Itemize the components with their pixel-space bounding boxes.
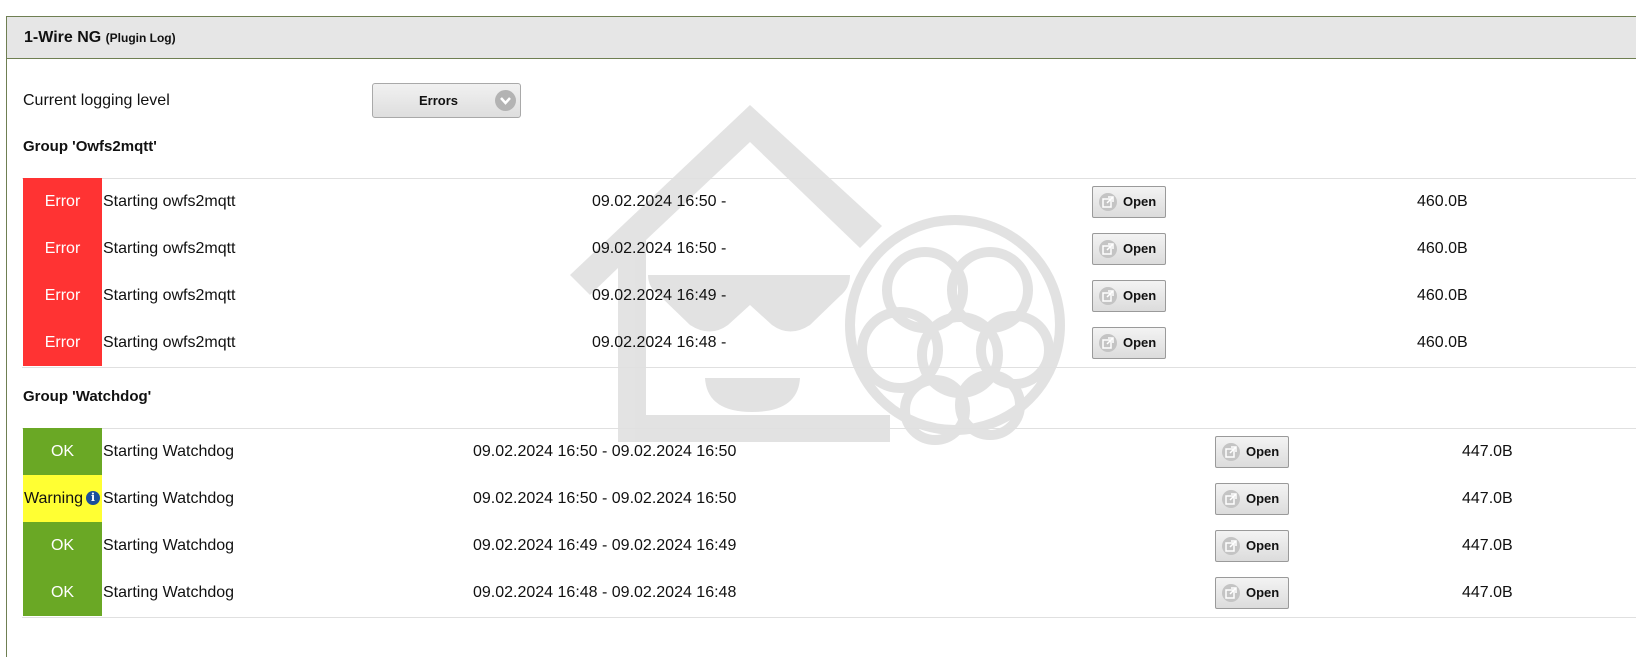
status-badge: Error [23,178,102,225]
external-open-icon [1222,490,1240,508]
external-open-icon [1099,287,1117,305]
log-message: Starting Watchdog [103,443,235,460]
external-open-icon [1099,240,1117,258]
logging-level-label: Current logging level [23,92,170,109]
group-title-owfs2mqtt: Group 'Owfs2mqtt' [23,138,157,155]
log-size: 447.0B [1462,443,1513,460]
log-message: Starting owfs2mqtt [103,334,236,351]
page-subtitle: (Plugin Log) [105,31,176,45]
logging-level-select[interactable]: Errors [372,83,521,118]
divider [22,617,1636,618]
page-title: 1-Wire NG [24,29,102,46]
log-time: 09.02.2024 16:50 - [592,193,727,210]
log-size: 460.0B [1417,287,1468,304]
open-log-button[interactable]: Open [1092,186,1166,218]
table-row: Error Starting owfs2mqtt 09.02.2024 16:4… [23,272,1633,319]
chevron-down-icon [495,90,516,111]
logging-level-value: Errors [418,93,459,108]
log-time: 09.02.2024 16:48 - 09.02.2024 16:48 [473,584,737,601]
log-message: Starting Watchdog [103,584,235,601]
status-badge: OK [23,569,102,616]
log-time: 09.02.2024 16:48 - [592,334,727,351]
table-row: Error Starting owfs2mqtt 09.02.2024 16:5… [23,178,1633,225]
table-row: OK Starting Watchdog 09.02.2024 16:49 - … [23,522,1633,569]
open-log-button[interactable]: Open [1092,233,1166,265]
log-size: 460.0B [1417,193,1468,210]
log-message: Starting owfs2mqtt [103,240,236,257]
log-size: 460.0B [1417,240,1468,257]
log-time: 09.02.2024 16:50 - 09.02.2024 16:50 [473,490,737,507]
log-size: 460.0B [1417,334,1468,351]
open-log-button[interactable]: Open [1215,436,1289,468]
external-open-icon [1222,537,1240,555]
log-size: 447.0B [1462,584,1513,601]
table-row: Error Starting owfs2mqtt 09.02.2024 16:5… [23,225,1633,272]
external-open-icon [1099,334,1117,352]
open-log-button[interactable]: Open [1215,483,1289,515]
log-size: 447.0B [1462,490,1513,507]
log-message: Starting Watchdog [103,537,235,554]
group-title-watchdog: Group 'Watchdog' [23,388,152,405]
info-icon[interactable]: i [86,491,100,505]
log-message: Starting owfs2mqtt [103,193,236,210]
log-time: 09.02.2024 16:49 - 09.02.2024 16:49 [473,537,737,554]
log-message: Starting Watchdog [103,490,235,507]
external-open-icon [1099,193,1117,211]
table-row: Error Starting owfs2mqtt 09.02.2024 16:4… [23,319,1633,366]
open-log-button[interactable]: Open [1215,577,1289,609]
status-badge: Error [23,272,102,319]
open-log-button[interactable]: Open [1092,280,1166,312]
open-log-button[interactable]: Open [1215,530,1289,562]
external-open-icon [1222,584,1240,602]
log-time: 09.02.2024 16:49 - [592,287,727,304]
status-badge: OK [23,428,102,475]
table-row: OK Starting Watchdog 09.02.2024 16:48 - … [23,569,1633,616]
status-badge: Error [23,225,102,272]
table-row: OK Starting Watchdog 09.02.2024 16:50 - … [23,428,1633,475]
log-size: 447.0B [1462,537,1513,554]
open-log-button[interactable]: Open [1092,327,1166,359]
status-badge: Error [23,319,102,366]
log-time: 09.02.2024 16:50 - 09.02.2024 16:50 [473,443,737,460]
log-time: 09.02.2024 16:50 - [592,240,727,257]
log-message: Starting owfs2mqtt [103,287,236,304]
external-open-icon [1222,443,1240,461]
panel-header: 1-Wire NG (Plugin Log) [7,17,1636,59]
divider [22,367,1636,368]
table-row: Warning i Starting Watchdog 09.02.2024 1… [23,475,1633,522]
status-badge: OK [23,522,102,569]
